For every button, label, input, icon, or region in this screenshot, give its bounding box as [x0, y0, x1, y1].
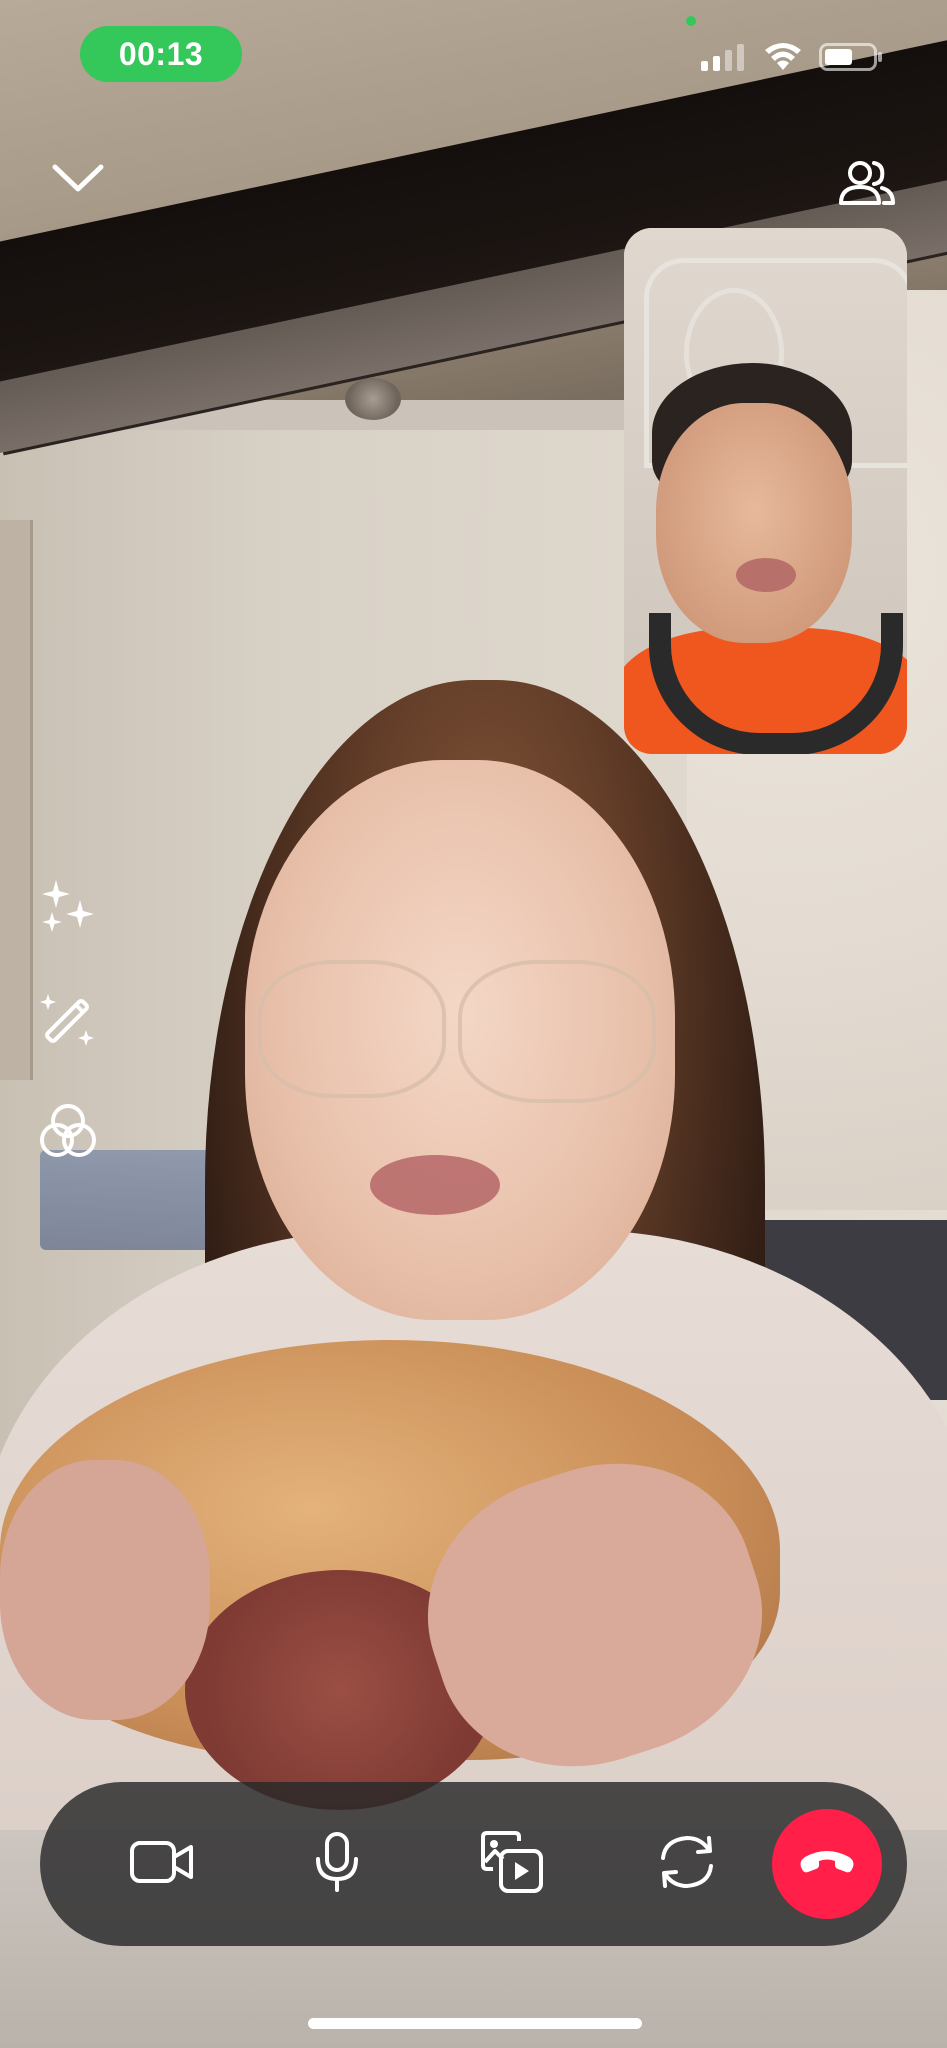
- call-timer-pill[interactable]: 00:13: [80, 26, 242, 82]
- participants-button[interactable]: [827, 150, 907, 220]
- chevron-down-icon: [50, 162, 106, 199]
- effects-button[interactable]: [34, 876, 102, 944]
- home-indicator[interactable]: [308, 2018, 642, 2029]
- video-camera-icon: [129, 1838, 195, 1891]
- filters-button[interactable]: [34, 1100, 102, 1168]
- video-call-screen: 00:13: [0, 0, 947, 2048]
- self-view-pip[interactable]: [624, 228, 907, 754]
- wifi-icon: [763, 42, 803, 77]
- camera-toggle-button[interactable]: [102, 1782, 222, 1946]
- microphone-toggle-button[interactable]: [277, 1782, 397, 1946]
- microphone-icon: [314, 1831, 360, 1898]
- end-call-button[interactable]: [772, 1809, 882, 1919]
- call-timer: 00:13: [118, 35, 204, 72]
- share-media-button[interactable]: [452, 1782, 572, 1946]
- retouch-button[interactable]: [34, 988, 102, 1056]
- participants-icon: [838, 157, 896, 214]
- call-controls-bar: [40, 1782, 907, 1946]
- collapse-call-button[interactable]: [40, 150, 116, 210]
- filters-icon: [37, 1101, 99, 1168]
- status-icons: [701, 42, 883, 77]
- magic-wand-icon: [38, 990, 98, 1055]
- flip-camera-button[interactable]: [627, 1782, 747, 1946]
- sparkles-icon: [38, 878, 98, 943]
- battery-icon: [819, 42, 883, 77]
- camera-in-use-indicator: [686, 16, 696, 26]
- share-media-icon: [479, 1829, 545, 1900]
- flip-camera-icon: [655, 1830, 719, 1899]
- cellular-signal-icon: [701, 43, 747, 76]
- end-call-icon: [797, 1847, 857, 1882]
